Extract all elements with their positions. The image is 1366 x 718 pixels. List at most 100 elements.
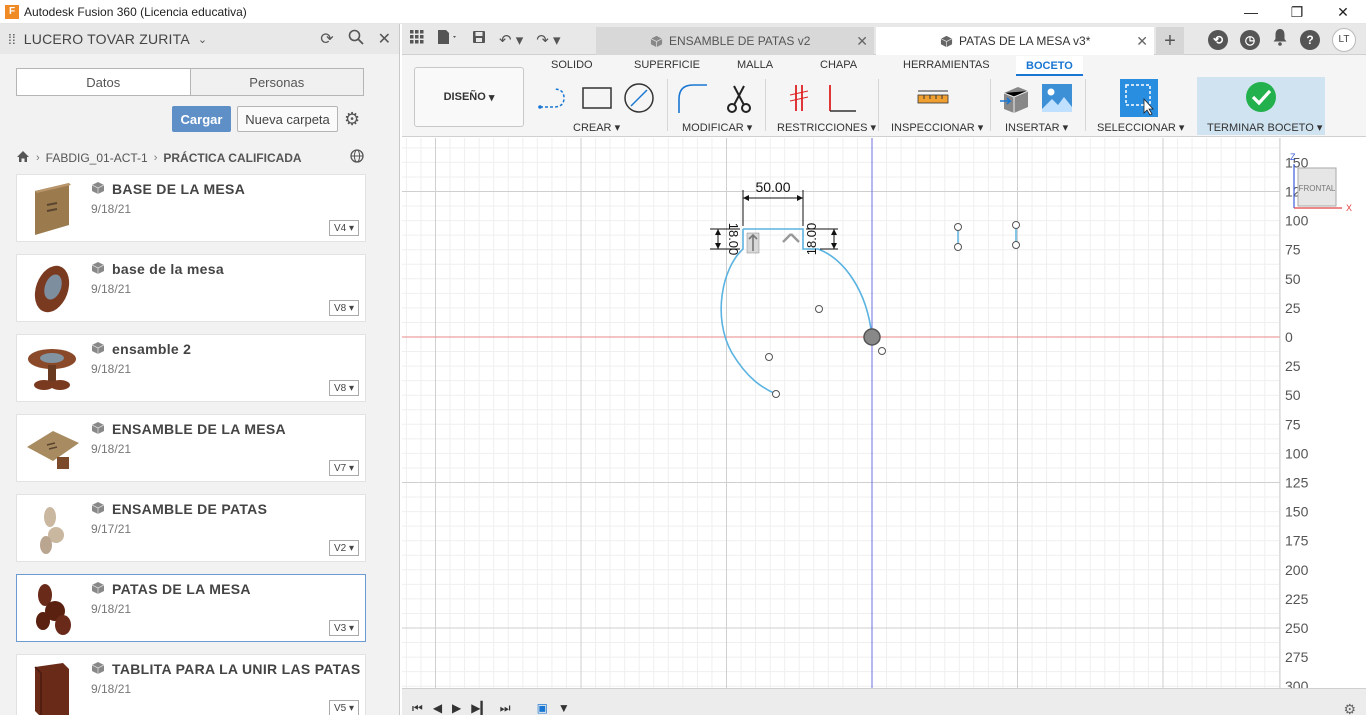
job-status-icon[interactable]: ◷: [1240, 29, 1260, 50]
viewcube-face-label[interactable]: FRONTAL: [1299, 184, 1336, 193]
tab-boceto[interactable]: BOCETO: [1016, 56, 1083, 76]
file-card[interactable]: ensamble 2 9/18/21 V8 ▾: [16, 334, 366, 402]
sketch-segment-pair[interactable]: [954, 221, 1020, 251]
file-name[interactable]: ENSAMBLE DE LA MESA: [112, 421, 286, 437]
version-dropdown[interactable]: V3 ▾: [329, 620, 359, 636]
file-card[interactable]: PATAS DE LA MESA 9/18/21 V3 ▾: [16, 574, 366, 642]
tab-chapa[interactable]: CHAPA: [820, 59, 857, 71]
file-menu-icon[interactable]: [437, 29, 459, 50]
file-thumbnail[interactable]: [23, 501, 81, 557]
close-icon[interactable]: ✕: [378, 29, 391, 49]
file-card[interactable]: ENSAMBLE DE LA MESA 9/18/21 V7 ▾: [16, 414, 366, 482]
file-thumbnail[interactable]: [23, 341, 81, 397]
circle-icon[interactable]: [622, 81, 656, 115]
timeline-feature-icon[interactable]: ▣: [537, 701, 548, 716]
sketch-point[interactable]: [772, 390, 780, 398]
file-thumbnail[interactable]: [23, 661, 81, 715]
tab-ensamble-de-patas[interactable]: ENSAMBLE DE PATAS v2 ✕: [596, 27, 874, 55]
tab-superficie[interactable]: SUPERFICIE: [634, 59, 700, 71]
close-tab-icon[interactable]: ✕: [856, 33, 868, 50]
origin-point[interactable]: [863, 328, 881, 346]
dimension-label[interactable]: 18.00: [804, 223, 819, 256]
home-icon[interactable]: [16, 150, 30, 166]
breadcrumb-project[interactable]: FABDIG_01-ACT-1: [46, 151, 148, 165]
search-icon[interactable]: [348, 29, 364, 50]
dimension-vertical-left[interactable]: 18.00: [710, 223, 741, 256]
vertical-constraint-icon[interactable]: [746, 232, 760, 254]
file-card[interactable]: TABLITA PARA LA UNIR LAS PATAS 9/18/21 V5 …: [16, 654, 366, 715]
group-seleccionar[interactable]: SELECCIONAR ▾: [1097, 121, 1184, 134]
minimize-button[interactable]: —: [1228, 0, 1274, 24]
help-icon[interactable]: ?: [1300, 29, 1320, 50]
version-dropdown[interactable]: V4 ▾: [329, 220, 359, 236]
version-dropdown[interactable]: V5 ▾: [329, 700, 359, 715]
file-name[interactable]: PATAS DE LA MESA: [112, 581, 251, 597]
gear-icon[interactable]: ⚙: [344, 109, 360, 130]
tab-solido[interactable]: SOLIDO: [551, 59, 593, 71]
file-name[interactable]: ensamble 2: [112, 341, 191, 357]
rectangle-icon[interactable]: [580, 81, 614, 115]
timeline-marker-icon[interactable]: ▼: [558, 701, 570, 716]
user-name[interactable]: LUCERO TOVAR ZURITA: [24, 31, 190, 47]
avatar[interactable]: LT: [1332, 27, 1356, 52]
perpendicular-constraint-icon[interactable]: [824, 81, 858, 115]
go-to-end-icon[interactable]: ⏭: [500, 701, 511, 716]
group-crear[interactable]: CREAR ▾: [573, 121, 620, 134]
step-forward-icon[interactable]: ▶▎: [471, 701, 489, 716]
parallel-constraint-icon[interactable]: [782, 81, 816, 115]
sketch-viewport[interactable]: 50.00 18.00 18.00 1501251007550250255075…: [402, 138, 1366, 688]
sketch-canvas[interactable]: 50.00 18.00 18.00 150 125 100 75 50 25 0…: [402, 138, 1366, 688]
extensions-icon[interactable]: ⟲: [1208, 29, 1228, 50]
notifications-icon[interactable]: [1272, 28, 1288, 51]
redo-icon[interactable]: ↷ ▾: [536, 31, 560, 49]
dimension-horizontal[interactable]: 50.00: [742, 179, 804, 226]
tab-datos[interactable]: Datos: [17, 69, 190, 95]
line-icon[interactable]: [536, 81, 570, 115]
undo-icon[interactable]: ↶ ▾: [499, 31, 523, 49]
maximize-button[interactable]: ❐: [1274, 0, 1320, 24]
tab-malla[interactable]: MALLA: [737, 59, 773, 71]
close-tab-icon[interactable]: ✕: [1136, 33, 1148, 50]
version-dropdown[interactable]: V2 ▾: [329, 540, 359, 556]
sketch-profile[interactable]: 50.00 18.00 18.00: [710, 179, 1020, 398]
measure-icon[interactable]: [916, 81, 950, 115]
file-thumbnail[interactable]: [23, 181, 81, 237]
sketch-point[interactable]: [815, 305, 823, 313]
insert-derive-icon[interactable]: [998, 81, 1032, 115]
file-card[interactable]: base de la mesa 9/18/21 V8 ▾: [16, 254, 366, 322]
version-dropdown[interactable]: V8 ▾: [329, 300, 359, 316]
fillet-icon[interactable]: [676, 81, 710, 115]
file-thumbnail[interactable]: [23, 581, 81, 637]
tab-herramientas[interactable]: HERRAMIENTAS: [903, 59, 990, 71]
chevron-down-icon[interactable]: ⌄: [198, 33, 207, 46]
new-tab-button[interactable]: +: [1156, 27, 1184, 55]
select-icon[interactable]: [1120, 79, 1158, 117]
file-card[interactable]: BASE DE LA MESA 9/18/21 V4 ▾: [16, 174, 366, 242]
save-icon[interactable]: [472, 30, 486, 49]
file-name[interactable]: base de la mesa: [112, 261, 224, 277]
file-name[interactable]: TABLITA PARA LA UNIR LAS PATAS: [112, 661, 361, 677]
version-dropdown[interactable]: V8 ▾: [329, 380, 359, 396]
finish-sketch-button[interactable]: TERMINAR BOCETO ▾: [1197, 77, 1325, 135]
insert-image-icon[interactable]: [1040, 81, 1074, 115]
new-folder-button[interactable]: Nueva carpeta: [237, 106, 338, 132]
workspace-dropdown[interactable]: DISEÑO ▾: [414, 67, 524, 127]
file-name[interactable]: BASE DE LA MESA: [112, 181, 245, 197]
sketch-point[interactable]: [765, 353, 773, 361]
group-restricciones[interactable]: RESTRICCIONES ▾: [777, 121, 876, 134]
file-thumbnail[interactable]: [23, 421, 81, 477]
refresh-icon[interactable]: ⟳: [320, 29, 333, 49]
step-back-icon[interactable]: ◀: [433, 701, 442, 716]
go-to-start-icon[interactable]: ⏮: [412, 701, 423, 716]
file-card[interactable]: ENSAMBLE DE PATAS 9/17/21 V2 ▾: [16, 494, 366, 562]
dimension-label[interactable]: 50.00: [755, 179, 790, 195]
file-thumbnail[interactable]: [23, 261, 81, 317]
version-dropdown[interactable]: V7 ▾: [329, 460, 359, 476]
globe-icon[interactable]: [350, 149, 364, 166]
apps-grid-icon[interactable]: [410, 30, 424, 49]
close-window-button[interactable]: ✕: [1320, 0, 1366, 24]
tab-patas-de-la-mesa[interactable]: PATAS DE LA MESA v3* ✕: [876, 27, 1154, 55]
upload-button[interactable]: Cargar: [172, 106, 231, 132]
group-inspeccionar[interactable]: INSPECCIONAR ▾: [891, 121, 983, 134]
timeline-settings-icon[interactable]: ⚙: [1343, 701, 1356, 718]
